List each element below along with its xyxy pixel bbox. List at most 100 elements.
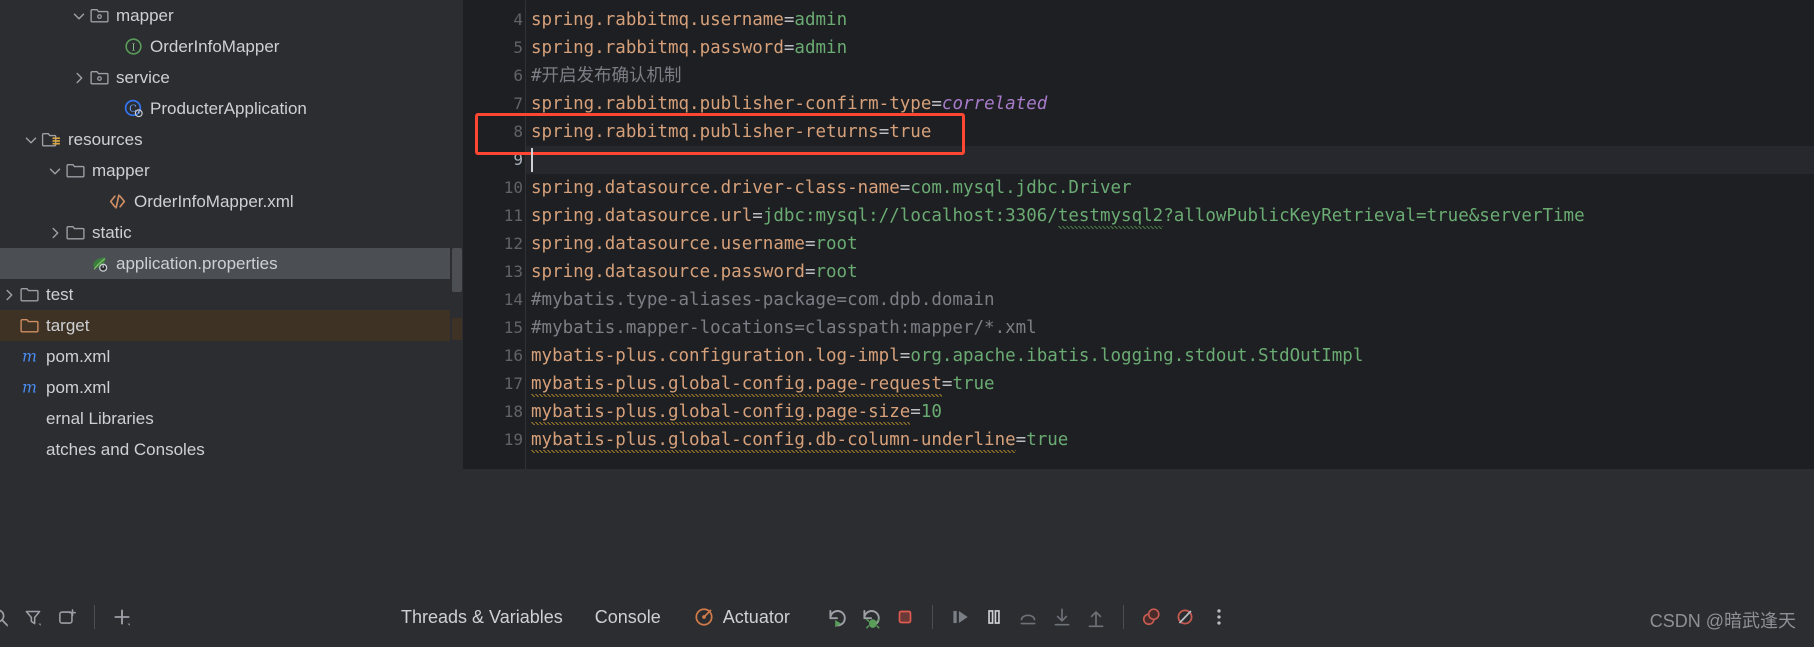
code-token: spring.datasource.username xyxy=(531,234,805,254)
tree-item-resources[interactable]: resources xyxy=(0,124,450,155)
step-out-button[interactable] xyxy=(1079,600,1113,634)
code-token: spring.rabbitmq.username xyxy=(531,10,784,30)
tree-item-label: target xyxy=(46,315,90,335)
toolbar-separator xyxy=(1122,605,1124,629)
code-token: mybatis-plus.global-config.page-size xyxy=(531,402,911,425)
code-line[interactable]: spring.rabbitmq.username=admin xyxy=(531,6,847,34)
step-over-button[interactable] xyxy=(1011,600,1045,634)
chevron-down-icon[interactable] xyxy=(46,162,64,180)
package-folder-icon xyxy=(88,68,110,88)
step-into-button[interactable] xyxy=(1045,600,1079,634)
spring-properties-icon xyxy=(88,254,110,274)
tree-item-test[interactable]: test xyxy=(0,279,450,310)
tab-actuator[interactable]: Actuator xyxy=(677,599,806,635)
code-editor[interactable]: 4 5 6 7 8 9 10 11 12 13 14 15 16 17 18 19 spring.rabbit… xyxy=(450,0,1814,469)
resume-program-button[interactable] xyxy=(943,600,977,634)
code-token: = xyxy=(752,206,763,226)
tab-console[interactable]: Console xyxy=(579,599,677,635)
svg-text:I: I xyxy=(131,43,135,54)
rerun-button[interactable] xyxy=(820,600,854,634)
code-text-area[interactable]: spring.rabbitmq.username=admin spring.rab… xyxy=(526,0,1814,469)
view-breakpoints-button[interactable] xyxy=(1134,600,1168,634)
code-line[interactable]: spring.datasource.username=root xyxy=(531,230,858,258)
tree-item-pom-xml[interactable]: m pom.xml xyxy=(0,341,450,372)
tab-label: Threads & Variables xyxy=(401,606,563,627)
line-number-gutter[interactable]: 4 5 6 7 8 9 10 11 12 13 14 15 16 17 18 19 xyxy=(463,0,526,469)
code-line[interactable]: mybatis-plus.configuration.log-impl=org.… xyxy=(531,342,1363,370)
editor-marker-strip xyxy=(450,0,463,469)
tab-threads-variables[interactable]: Threads & Variables xyxy=(385,599,579,635)
tree-item-mapper[interactable]: mapper xyxy=(0,155,450,186)
code-token: 10 xyxy=(920,402,942,422)
tree-item-static[interactable]: static xyxy=(0,217,450,248)
code-token: root xyxy=(815,234,858,254)
tree-item-label: OrderInfoMapper xyxy=(150,36,280,56)
tree-item-orderinfomapper[interactable]: I OrderInfoMapper xyxy=(0,31,450,62)
code-line[interactable]: spring.rabbitmq.publisher-confirm-type=c… xyxy=(531,90,1047,118)
code-line[interactable]: #开启发布确认机制 xyxy=(531,62,682,90)
scrollbar-thumb[interactable] xyxy=(452,248,462,292)
line-number: 6 xyxy=(513,66,523,85)
code-token: = xyxy=(1015,430,1027,450)
tree-item-service[interactable]: service xyxy=(0,62,450,93)
more-options-button[interactable] xyxy=(1202,600,1236,634)
code-line[interactable]: #mybatis.mapper-locations=classpath:mapp… xyxy=(531,314,1037,342)
rerun-debug-button[interactable] xyxy=(854,600,888,634)
code-token: = xyxy=(910,402,921,422)
filter-icon[interactable] xyxy=(16,600,50,634)
tree-item-application-properties[interactable]: application.properties xyxy=(0,248,450,279)
tree-item-label: ernal Libraries xyxy=(46,408,154,428)
chevron-down-icon[interactable] xyxy=(70,7,88,25)
ide-window: mapper I OrderInfoMapper service C ProducterA… xyxy=(0,0,1814,647)
pause-program-button[interactable] xyxy=(977,600,1011,634)
chevron-right-icon[interactable] xyxy=(46,224,64,242)
line-number: 18 xyxy=(503,402,523,421)
tree-item-target[interactable]: target xyxy=(0,310,450,341)
tab-label: Console xyxy=(594,606,661,627)
tree-item-producterapplication[interactable]: C ProducterApplication xyxy=(0,93,450,124)
code-line[interactable]: mybatis-plus.global-config.db-column-und… xyxy=(531,426,1068,454)
search-icon[interactable] xyxy=(0,600,16,634)
code-line[interactable]: #mybatis.type-aliases-package=com.dpb.do… xyxy=(531,286,995,314)
stop-button[interactable] xyxy=(888,600,922,634)
chevron-right-icon[interactable] xyxy=(70,69,88,87)
resources-folder-icon xyxy=(40,130,62,150)
project-tool-window[interactable]: mapper I OrderInfoMapper service C ProducterA… xyxy=(0,0,450,469)
tree-item-label: atches and Consoles xyxy=(46,439,205,459)
tree-item-pom-xml[interactable]: m pom.xml xyxy=(0,372,450,403)
tree-icon-placeholder xyxy=(18,409,40,429)
code-line[interactable]: spring.datasource.driver-class-name=com.… xyxy=(531,174,1132,202)
chevron-right-icon[interactable] xyxy=(0,286,18,304)
folder-icon xyxy=(64,223,86,243)
code-line[interactable]: spring.datasource.url=jdbc:mysql://local… xyxy=(531,202,1585,230)
tree-item-label: service xyxy=(116,67,170,87)
mute-breakpoints-button[interactable] xyxy=(1168,600,1202,634)
toolbar-separator xyxy=(931,605,933,629)
code-token: = xyxy=(899,346,911,366)
code-token: = xyxy=(783,38,795,58)
new-tab-icon[interactable] xyxy=(50,600,84,634)
tree-item-label: mapper xyxy=(92,160,150,180)
tree-item-orderinfomapper-xml[interactable]: OrderInfoMapper.xml xyxy=(0,186,450,217)
line-number: 19 xyxy=(503,430,523,449)
line-number: 4 xyxy=(513,10,523,29)
tree-item-atches-and-consoles[interactable]: atches and Consoles xyxy=(0,434,450,465)
line-number: 16 xyxy=(503,346,523,365)
code-token: spring.datasource.url xyxy=(531,206,753,226)
code-line[interactable]: mybatis-plus.global-config.page-request=… xyxy=(531,370,995,398)
tree-item-mapper[interactable]: mapper xyxy=(0,0,450,31)
code-token: true xyxy=(889,122,932,142)
watermark: CSDN @暗武逢天 xyxy=(1649,611,1796,631)
line-number: 10 xyxy=(503,178,523,197)
code-line[interactable]: spring.rabbitmq.publisher-returns=true xyxy=(531,118,931,146)
code-token: spring.datasource.driver-class-name xyxy=(531,178,900,198)
chevron-down-icon[interactable] xyxy=(22,131,40,149)
chevron-placeholder xyxy=(0,317,18,335)
line-number: 9 xyxy=(513,150,523,169)
code-line[interactable]: spring.datasource.password=root xyxy=(531,258,858,286)
add-icon[interactable] xyxy=(105,600,139,634)
tree-item-ernal-libraries[interactable]: ernal Libraries xyxy=(0,403,450,434)
code-token: spring.rabbitmq.publisher-confirm-type xyxy=(531,94,932,114)
code-line[interactable]: spring.rabbitmq.password=admin xyxy=(531,34,847,62)
code-line[interactable]: mybatis-plus.global-config.page-size=10 xyxy=(531,398,942,426)
